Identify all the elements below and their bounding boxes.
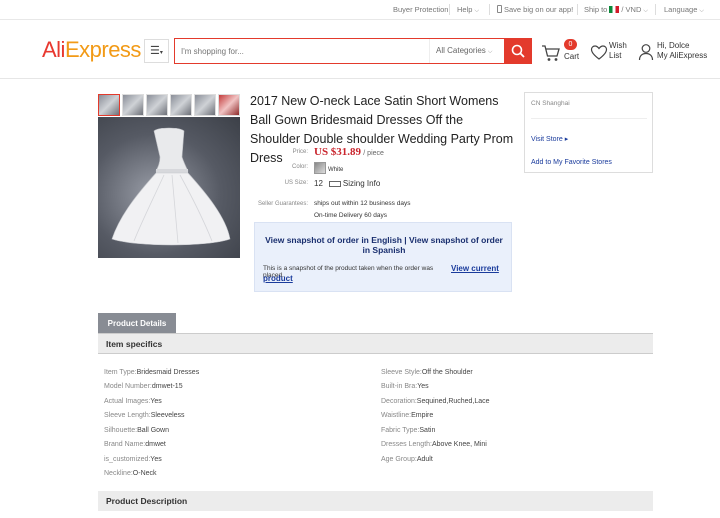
spec-row: Fabric Type:Satin <box>381 427 436 434</box>
spec-row: Dresses Length:Above Knee, Mini <box>381 441 487 448</box>
seller-location: CN Shanghai <box>531 100 570 107</box>
color-swatch[interactable]: White <box>314 162 343 174</box>
size-value: 12 Sizing Info <box>314 179 381 188</box>
my-aliexpress-link[interactable]: My AliExpress <box>657 51 707 60</box>
wish-list-button[interactable]: Wish List <box>590 39 630 65</box>
product-thumbnail[interactable] <box>218 94 240 116</box>
cart-button[interactable]: 0 Cart <box>541 39 581 65</box>
account-menu[interactable]: Hi, Dolce My AliExpress <box>638 39 718 65</box>
divider <box>655 4 656 15</box>
spec-row: Model Number:dmwet-15 <box>104 383 183 390</box>
seller-box: CN Shanghai Visit Store ▸ Add to My Favo… <box>524 92 653 173</box>
spec-row: Age Group:Adult <box>381 456 433 463</box>
ruler-icon <box>328 181 341 187</box>
price-value: US $31.89 / piece <box>314 146 384 158</box>
product-thumbnail[interactable] <box>122 94 144 116</box>
product-description-heading: Product Description <box>98 491 653 511</box>
product-thumbnail[interactable] <box>194 94 216 116</box>
header: AliExpress ☰▾ All Categories⌵ 0 Cart Wis… <box>0 21 720 79</box>
product-main-image[interactable] <box>98 117 240 258</box>
search-icon <box>511 44 525 58</box>
top-bar: Buyer Protection Help ⌵ Save big on our a… <box>0 0 720 20</box>
guarantee-label: Seller Guarantees: <box>257 201 308 207</box>
visit-store-link[interactable]: Visit Store ▸ <box>531 135 568 143</box>
divider <box>449 4 450 15</box>
aliexpress-logo[interactable]: AliExpress <box>42 37 141 63</box>
sizing-info-link[interactable]: Sizing Info <box>343 179 380 188</box>
color-swatch-icon <box>314 162 326 174</box>
color-label: Color: <box>291 164 308 170</box>
heart-icon <box>590 45 608 60</box>
search-bar: All Categories⌵ <box>174 38 532 64</box>
phone-icon <box>497 5 502 13</box>
buyer-protection-link[interactable]: Buyer Protection <box>393 5 448 14</box>
item-specifics-heading: Item specifics <box>98 334 653 354</box>
add-favorite-store-link[interactable]: Add to My Favorite Stores <box>531 159 612 166</box>
product-thumbnail[interactable] <box>170 94 192 116</box>
product-thumbnail[interactable] <box>98 94 120 116</box>
app-promo-link[interactable]: Save big on our app! <box>497 5 573 14</box>
search-category-select[interactable]: All Categories ⌵ <box>429 39 501 63</box>
guarantee-delivery: On-time Delivery 60 days <box>314 212 387 219</box>
tab-product-details[interactable]: Product Details <box>98 313 176 334</box>
spec-row: Brand Name:dmwet <box>104 441 166 448</box>
spec-row: Actual Images:Yes <box>104 398 162 405</box>
divider <box>577 4 578 15</box>
spec-row: Item Type:Bridesmaid Dresses <box>104 369 200 376</box>
spec-row: Sleeve Style:Off the Shoulder <box>381 369 473 376</box>
divider <box>531 118 647 119</box>
price-label: Price: <box>292 149 308 155</box>
size-label: US Size: <box>284 180 308 186</box>
user-greeting: Hi, Dolce <box>657 41 690 50</box>
spec-row: Built-in Bra:Yes <box>381 383 429 390</box>
spec-row: is_customized:Yes <box>104 456 162 463</box>
dress-image <box>111 127 231 246</box>
chevron-down-icon: ⌵ <box>474 8 479 14</box>
snapshot-language-links[interactable]: View snapshot of order in English | View… <box>263 235 505 255</box>
order-snapshot-box: View snapshot of order in English | View… <box>254 222 512 292</box>
italy-flag-icon <box>609 6 620 13</box>
chevron-down-icon: ⌵ <box>643 8 648 14</box>
spec-row: Sleeve Length:Sleeveless <box>104 412 185 419</box>
menu-icon: ☰ <box>150 45 160 57</box>
chevron-down-icon: ⌵ <box>487 49 493 55</box>
search-button[interactable] <box>504 39 531 63</box>
spec-row: Waistline:Empire <box>381 412 434 419</box>
cart-icon <box>542 45 560 61</box>
cart-label: Cart <box>564 52 580 61</box>
view-current-product-link[interactable]: View current product <box>263 264 508 284</box>
category-menu-button[interactable]: ☰▾ <box>144 39 169 63</box>
spec-row: Silhouette:Ball Gown <box>104 427 169 434</box>
user-icon <box>638 44 654 61</box>
chevron-down-icon: ⌵ <box>699 8 704 14</box>
product-thumbnail[interactable] <box>146 94 168 116</box>
spec-row: Decoration:Sequined,Ruched,Lace <box>381 398 490 405</box>
ship-to-menu[interactable]: Ship to / VND ⌵ <box>584 5 648 15</box>
language-menu[interactable]: Language ⌵ <box>664 5 704 15</box>
thumbnail-strip <box>98 94 240 116</box>
divider <box>489 4 490 15</box>
help-menu[interactable]: Help ⌵ <box>457 5 479 15</box>
spec-row: Neckline:O-Neck <box>104 470 157 477</box>
cart-count-badge: 0 <box>564 39 577 50</box>
search-input[interactable] <box>181 44 421 58</box>
guarantee-shipping: ships out within 12 business days <box>314 200 411 207</box>
